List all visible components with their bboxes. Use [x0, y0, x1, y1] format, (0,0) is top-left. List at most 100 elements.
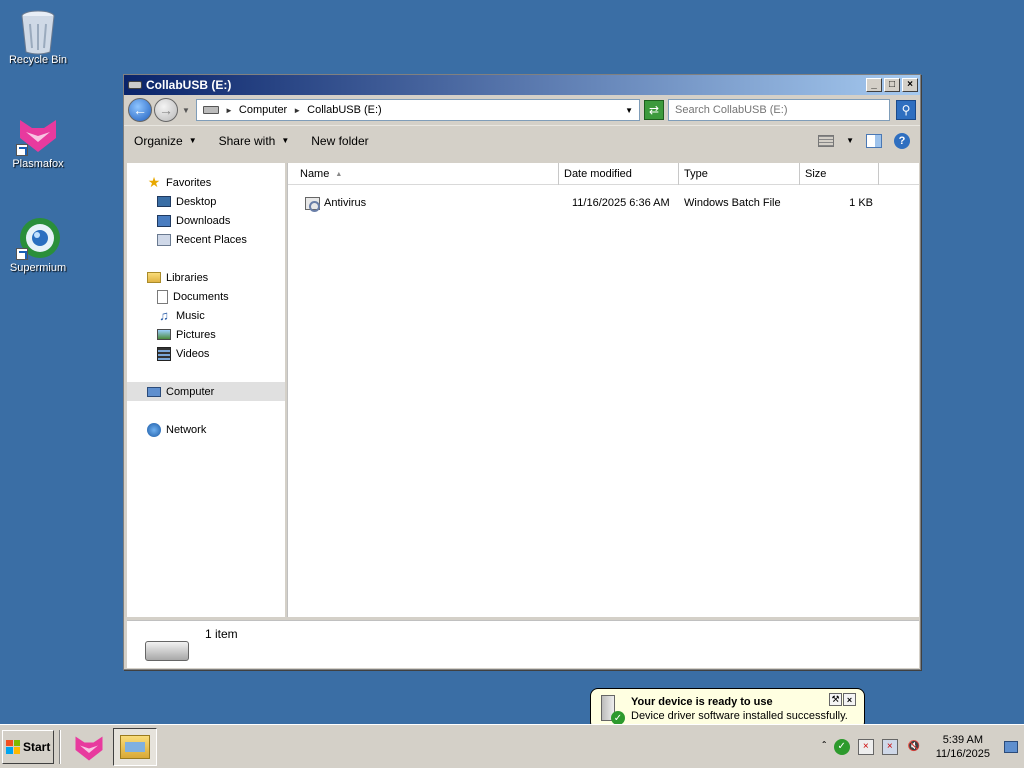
column-header-name[interactable]: Name ▲	[288, 163, 559, 185]
windows-explorer-icon	[120, 734, 150, 759]
back-button[interactable]: ←	[128, 98, 152, 122]
breadcrumb-separator-icon[interactable]: ►	[225, 106, 233, 115]
breadcrumb-separator-icon[interactable]: ►	[293, 106, 301, 115]
minimize-button[interactable]: _	[866, 78, 882, 92]
clock-date: 11/16/2025	[935, 747, 990, 760]
balloon-message: Device driver software installed success…	[631, 710, 848, 722]
balloon-title: Your device is ready to use	[631, 696, 773, 708]
shortcut-arrow-icon	[16, 248, 28, 260]
downloads-icon	[157, 214, 171, 227]
share-with-label: Share with	[218, 133, 276, 148]
chevron-down-icon: ▼	[188, 136, 197, 145]
command-bar: Organize ▼ Share with ▼ New folder ▼ ?	[124, 125, 920, 155]
column-header-date[interactable]: Date modified	[559, 163, 679, 185]
nav-label: Music	[176, 309, 205, 322]
organize-button[interactable]: Organize ▼	[134, 134, 197, 148]
column-header-type[interactable]: Type	[679, 163, 800, 185]
details-pane: 1 item	[127, 620, 919, 668]
new-folder-button[interactable]: New folder	[311, 134, 368, 148]
nav-label: Favorites	[166, 176, 212, 189]
column-headers: Name ▲ Date modified Type Size	[288, 163, 919, 185]
start-button[interactable]: Start	[2, 729, 54, 764]
title-bar[interactable]: CollabUSB (E:) _ □ ×	[124, 75, 920, 95]
view-controls: ▼ ?	[818, 132, 910, 149]
help-icon[interactable]: ?	[894, 132, 910, 149]
nav-computer[interactable]: Computer	[127, 382, 285, 401]
close-button[interactable]: ×	[902, 78, 918, 92]
nav-music[interactable]: ♫ Music	[127, 306, 285, 325]
maximize-button[interactable]: □	[884, 78, 900, 92]
preview-pane-icon[interactable]	[866, 133, 882, 148]
more-options-icon[interactable]: ▼	[846, 136, 854, 145]
refresh-button[interactable]: ⇄	[644, 100, 664, 120]
search-input[interactable]	[675, 104, 883, 116]
breadcrumb-drive[interactable]: CollabUSB (E:)	[307, 104, 382, 116]
nav-desktop[interactable]: Desktop	[127, 192, 285, 211]
address-bar[interactable]: ► Computer ► CollabUSB (E:) ▼	[196, 99, 640, 121]
device-installed-tray-icon[interactable]: ✓	[833, 738, 850, 755]
navigation-pane: ★ Favorites Desktop Downloads Recent Pla…	[127, 163, 285, 617]
shortcut-arrow-icon	[16, 144, 28, 156]
file-date: 11/16/2025 6:36 AM	[572, 197, 670, 209]
drive-icon	[203, 106, 219, 114]
recent-pages-dropdown-icon[interactable]: ▼	[182, 106, 192, 115]
nav-recent-places[interactable]: Recent Places	[127, 230, 285, 249]
file-row[interactable]: Antivirus 11/16/2025 6:36 AM Windows Bat…	[288, 192, 919, 214]
options-icon[interactable]: ⚒	[829, 693, 842, 706]
recycle-bin-icon	[16, 8, 60, 55]
desktop-icon-plasmafox[interactable]: Plasmafox	[0, 112, 76, 170]
file-type: Windows Batch File	[684, 197, 781, 209]
nav-videos[interactable]: Videos	[127, 344, 285, 363]
organize-label: Organize	[134, 133, 183, 148]
file-size: 1 KB	[849, 197, 873, 209]
clock-time: 5:39 AM	[942, 733, 984, 746]
music-icon: ♫	[159, 308, 169, 323]
taskbar: Start ˆ ✓ × × 🔇 5:39 AM 11/16/2025	[0, 724, 1024, 768]
plasmafox-icon	[16, 112, 60, 156]
desktop-icon-supermium[interactable]: Supermium	[0, 216, 76, 274]
quicklaunch-plasmafox[interactable]	[71, 729, 107, 765]
nav-network[interactable]: Network	[127, 420, 285, 439]
pictures-icon	[157, 329, 171, 340]
breadcrumb-computer[interactable]: Computer	[239, 104, 287, 116]
nav-label: Libraries	[166, 271, 209, 284]
nav-documents[interactable]: Documents	[127, 287, 285, 306]
taskbar-item-explorer[interactable]	[113, 727, 157, 766]
taskbar-separator	[59, 729, 61, 764]
show-desktop-icon[interactable]	[1004, 740, 1018, 753]
nav-label: Desktop	[176, 195, 217, 208]
address-row: ← → ▼ ► Computer ► CollabUSB (E:) ▼ ⇄ ⚲	[124, 95, 920, 125]
change-view-icon[interactable]	[818, 134, 835, 147]
start-label: Start	[23, 739, 51, 754]
forward-button[interactable]: →	[154, 98, 178, 122]
search-icon[interactable]: ⚲	[896, 100, 916, 120]
nav-pictures[interactable]: Pictures	[127, 325, 285, 344]
chevron-down-icon: ▼	[281, 136, 290, 145]
usb-drive-icon	[145, 641, 189, 661]
nav-label: Documents	[173, 290, 229, 303]
search-box[interactable]	[668, 99, 890, 121]
nav-label: Pictures	[176, 328, 216, 341]
close-icon[interactable]: ×	[843, 693, 856, 706]
volume-muted-icon[interactable]: 🔇	[906, 739, 922, 755]
action-center-icon[interactable]: ×	[857, 738, 874, 755]
nav-downloads[interactable]: Downloads	[127, 211, 285, 230]
nav-label: Downloads	[176, 214, 231, 227]
network-icon	[147, 422, 161, 437]
desktop-icon-recycle-bin[interactable]: Recycle Bin	[0, 8, 76, 66]
share-with-button[interactable]: Share with ▼	[219, 134, 290, 148]
window-title: CollabUSB (E:)	[146, 78, 232, 92]
show-hidden-icons-icon[interactable]: ˆ	[822, 741, 825, 752]
drive-icon	[128, 81, 142, 89]
file-name: Antivirus	[324, 197, 367, 209]
nav-libraries[interactable]: Libraries	[127, 268, 285, 287]
windows-logo-icon	[6, 739, 20, 754]
clock[interactable]: 5:39 AM 11/16/2025	[930, 733, 996, 761]
nav-favorites[interactable]: ★ Favorites	[127, 173, 285, 192]
column-header-size[interactable]: Size	[800, 163, 879, 185]
network-tray-icon[interactable]: ×	[881, 738, 898, 755]
nav-label: Network	[166, 423, 207, 436]
address-dropdown-icon[interactable]: ▼	[625, 106, 633, 115]
